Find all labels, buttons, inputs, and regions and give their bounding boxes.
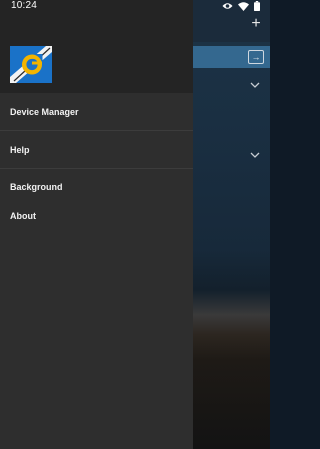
menu-item-device-manager[interactable]: Device Manager <box>0 93 193 131</box>
status-icons <box>222 1 260 14</box>
menu-item-label: Help <box>10 145 30 155</box>
menu-item-label: Device Manager <box>10 107 79 117</box>
drawer-menu: Device Manager Help Background About <box>0 93 193 231</box>
plus-icon[interactable]: + <box>248 16 264 32</box>
gopro-logo-icon <box>10 46 52 83</box>
wifi-icon <box>238 1 249 14</box>
square-arrow-icon[interactable]: → <box>248 50 264 64</box>
drawer-header <box>0 0 193 93</box>
eye-icon <box>222 2 233 13</box>
status-bar: 10:24 <box>0 0 270 12</box>
menu-item-help[interactable]: Help <box>0 131 193 169</box>
status-time: 10:24 <box>11 0 38 11</box>
menu-item-label: About <box>10 211 36 221</box>
battery-icon <box>254 1 260 14</box>
menu-item-label: Background <box>10 182 63 192</box>
menu-item-background[interactable]: Background <box>0 173 193 202</box>
navigation-drawer: Device Manager Help Background About <box>0 0 193 449</box>
chevron-down-icon[interactable] <box>250 150 260 160</box>
menu-item-about[interactable]: About <box>0 202 193 231</box>
chevron-down-icon[interactable] <box>250 80 260 90</box>
